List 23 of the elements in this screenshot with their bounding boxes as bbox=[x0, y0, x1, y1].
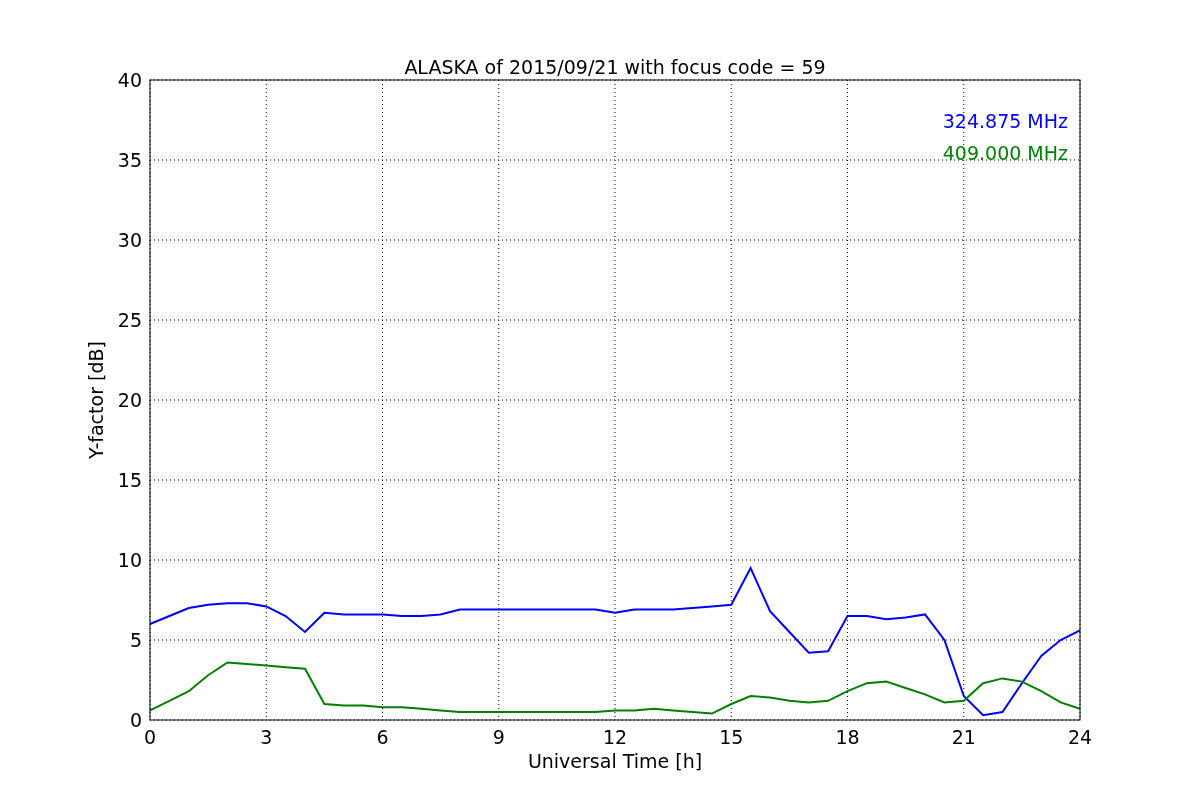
x-tick-label: 9 bbox=[492, 726, 505, 748]
chart-title: ALASKA of 2015/09/21 with focus code = 59 bbox=[404, 56, 826, 78]
y-tick-label: 40 bbox=[117, 69, 142, 91]
x-tick-label: 12 bbox=[602, 726, 628, 748]
x-tick-label: 15 bbox=[719, 726, 744, 748]
y-tick-label: 5 bbox=[129, 629, 142, 651]
legend-label: 324.875 MHz bbox=[942, 110, 1068, 132]
y-tick-label: 15 bbox=[117, 469, 142, 491]
y-tick-label: 20 bbox=[117, 389, 142, 411]
y-tick-label: 10 bbox=[117, 549, 142, 571]
x-axis-label: Universal Time [h] bbox=[527, 750, 703, 772]
y-tick-label: 30 bbox=[117, 229, 142, 251]
y-tick-label: 25 bbox=[117, 309, 142, 331]
x-tick-label: 0 bbox=[143, 726, 157, 748]
legend-label: 409.000 MHz bbox=[942, 142, 1068, 164]
x-tick-label: 24 bbox=[1067, 726, 1093, 748]
y-axis-label: Y-factor [dB] bbox=[85, 341, 107, 459]
x-tick-label: 18 bbox=[835, 726, 860, 748]
x-tick-label: 3 bbox=[260, 726, 273, 748]
y-tick-label: 35 bbox=[117, 149, 142, 171]
x-tick-label: 6 bbox=[376, 726, 389, 748]
x-tick-label: 21 bbox=[951, 726, 976, 748]
y-tick-label: 0 bbox=[129, 709, 142, 731]
